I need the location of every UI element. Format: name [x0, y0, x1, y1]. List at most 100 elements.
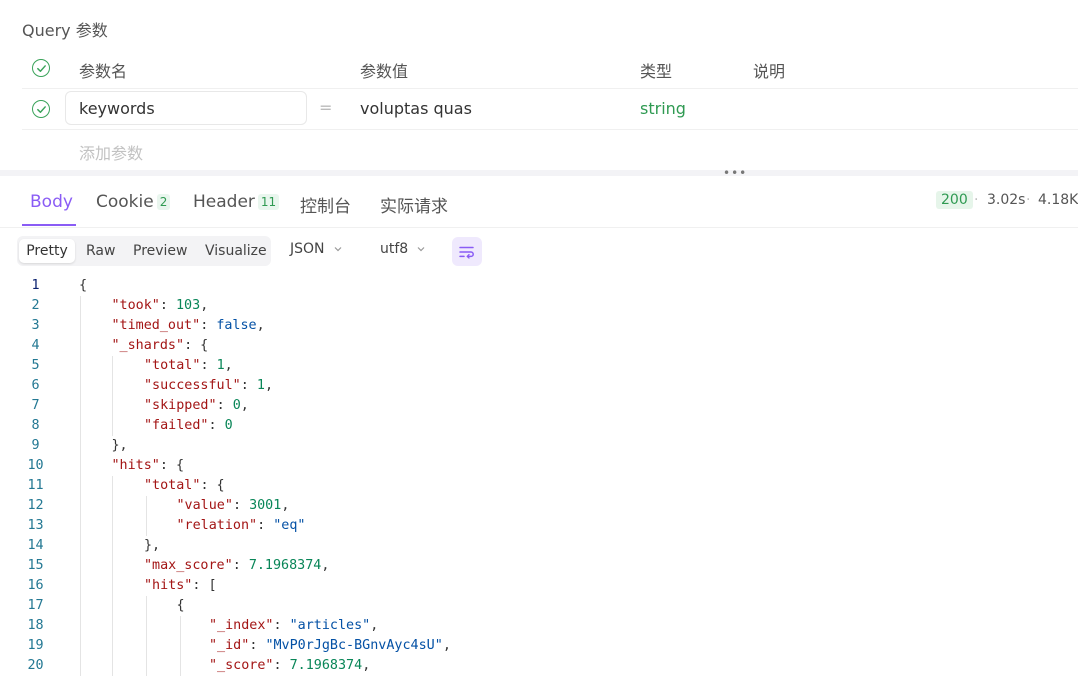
- indent-guide: [80, 416, 81, 436]
- indent-guide: [112, 396, 113, 416]
- indent-guide: [80, 456, 81, 476]
- code-token: :: [208, 418, 225, 433]
- code-token: "_id": [209, 638, 250, 653]
- code-text: "_score": 7.1968374,: [209, 656, 370, 676]
- code-token: "hits": [111, 458, 160, 473]
- indent-guide: [112, 416, 113, 436]
- tab-actual-request[interactable]: 实际请求: [380, 192, 448, 217]
- tabs-divider: [0, 227, 1078, 228]
- indent-guide: [146, 636, 147, 656]
- param-value-input[interactable]: voluptas quas: [360, 99, 472, 118]
- code-text: "total": {: [144, 476, 225, 496]
- code-token: 3001: [249, 498, 282, 513]
- tab-header[interactable]: Header 11: [193, 192, 280, 212]
- code-text: "hits": {: [112, 456, 185, 476]
- count-badge: 2: [156, 194, 171, 210]
- indent-guide: [146, 616, 147, 636]
- indent-guide: [80, 356, 81, 376]
- param-type-select[interactable]: string: [640, 99, 686, 118]
- code-text: },: [144, 536, 160, 556]
- view-visualize[interactable]: Visualize: [205, 239, 267, 263]
- line-number: 15: [27, 558, 44, 573]
- indent-guide: [112, 536, 113, 556]
- line-number: 11: [27, 478, 44, 493]
- tab-body[interactable]: Body: [30, 192, 73, 212]
- chevron-down-icon: [417, 247, 425, 252]
- line-number: 9: [31, 438, 40, 453]
- code-token: "_index": [209, 618, 274, 633]
- indent-guide: [80, 596, 81, 616]
- view-preview[interactable]: Preview: [133, 239, 188, 263]
- code-token: 1: [256, 378, 265, 393]
- param-name-text: keywords: [79, 98, 155, 118]
- tab-label: 控制台: [300, 197, 351, 217]
- code-token: :: [216, 398, 233, 413]
- line-number: 17: [27, 598, 44, 613]
- code-token: :: [200, 318, 217, 333]
- view-raw[interactable]: Raw: [86, 239, 115, 263]
- code-token: "relation": [176, 518, 258, 533]
- code-token: "hits": [144, 578, 193, 593]
- code-token: 7.1968374: [289, 658, 363, 673]
- code-token: 103: [176, 298, 201, 313]
- line-number: 4: [31, 338, 40, 353]
- panel-splitter[interactable]: [0, 170, 1078, 176]
- indent-guide: [80, 296, 81, 316]
- code-token: :: [257, 518, 274, 533]
- code-token: "articles": [289, 618, 371, 633]
- word-wrap-button[interactable]: [452, 237, 482, 266]
- line-number: 5: [31, 358, 40, 373]
- line-number: 2: [31, 298, 40, 313]
- format-select[interactable]: JSON: [290, 241, 343, 257]
- indent-guide: [180, 636, 181, 656]
- line-number: 8: [31, 418, 40, 433]
- param-name-input[interactable]: keywords: [65, 91, 307, 125]
- add-param-input[interactable]: 添加参数: [79, 140, 143, 164]
- encoding-select[interactable]: utf8: [380, 241, 426, 257]
- line-number: 20: [27, 658, 44, 673]
- code-token: "total": [144, 358, 201, 373]
- indent-guide: [146, 596, 147, 616]
- param-enabled-checkbox[interactable]: [32, 100, 50, 118]
- drag-handle-icon[interactable]: •••: [723, 166, 747, 180]
- tab-label: Cookie: [96, 192, 154, 212]
- encoding-value: utf8: [380, 241, 409, 257]
- code-token: "eq": [273, 518, 306, 533]
- code-token: false: [216, 318, 257, 333]
- code-token: : [: [192, 578, 217, 593]
- code-token: : {: [184, 338, 209, 353]
- indent-guide: [146, 516, 147, 536]
- indent-guide: [80, 656, 81, 676]
- select-all-checkbox[interactable]: [32, 59, 50, 77]
- code-text: "took": 103,: [112, 296, 209, 316]
- indent-guide: [180, 656, 181, 676]
- line-number: 18: [27, 618, 44, 633]
- view-pretty[interactable]: Pretty: [19, 239, 75, 263]
- meta-separator: ·: [1026, 192, 1031, 208]
- code-token: "_shards": [111, 338, 185, 353]
- code-token: : {: [159, 458, 185, 473]
- code-token: :: [200, 358, 217, 373]
- query-params-title: Query 参数: [22, 21, 108, 40]
- code-token: ,: [370, 618, 379, 633]
- code-token: 7.1968374: [248, 558, 322, 573]
- code-token: ,: [240, 398, 249, 413]
- tab-console[interactable]: 控制台: [300, 192, 351, 217]
- tab-cookie[interactable]: Cookie 2: [96, 192, 171, 212]
- code-text: "relation": "eq": [177, 516, 306, 536]
- code-token: "successful": [144, 378, 241, 393]
- indent-guide: [80, 576, 81, 596]
- code-token: :: [240, 378, 257, 393]
- count-badge: 11: [257, 194, 280, 210]
- tab-label: Header: [193, 192, 255, 212]
- line-number: 1: [31, 278, 40, 293]
- code-token: 0: [232, 398, 241, 413]
- code-token: ,: [362, 658, 371, 673]
- indent-guide: [80, 516, 81, 536]
- check-icon: [36, 64, 46, 72]
- format-value: JSON: [290, 241, 325, 257]
- code-token: : {: [200, 478, 225, 493]
- check-icon: [36, 105, 46, 113]
- indent-guide: [146, 496, 147, 516]
- code-token: ,: [442, 638, 451, 653]
